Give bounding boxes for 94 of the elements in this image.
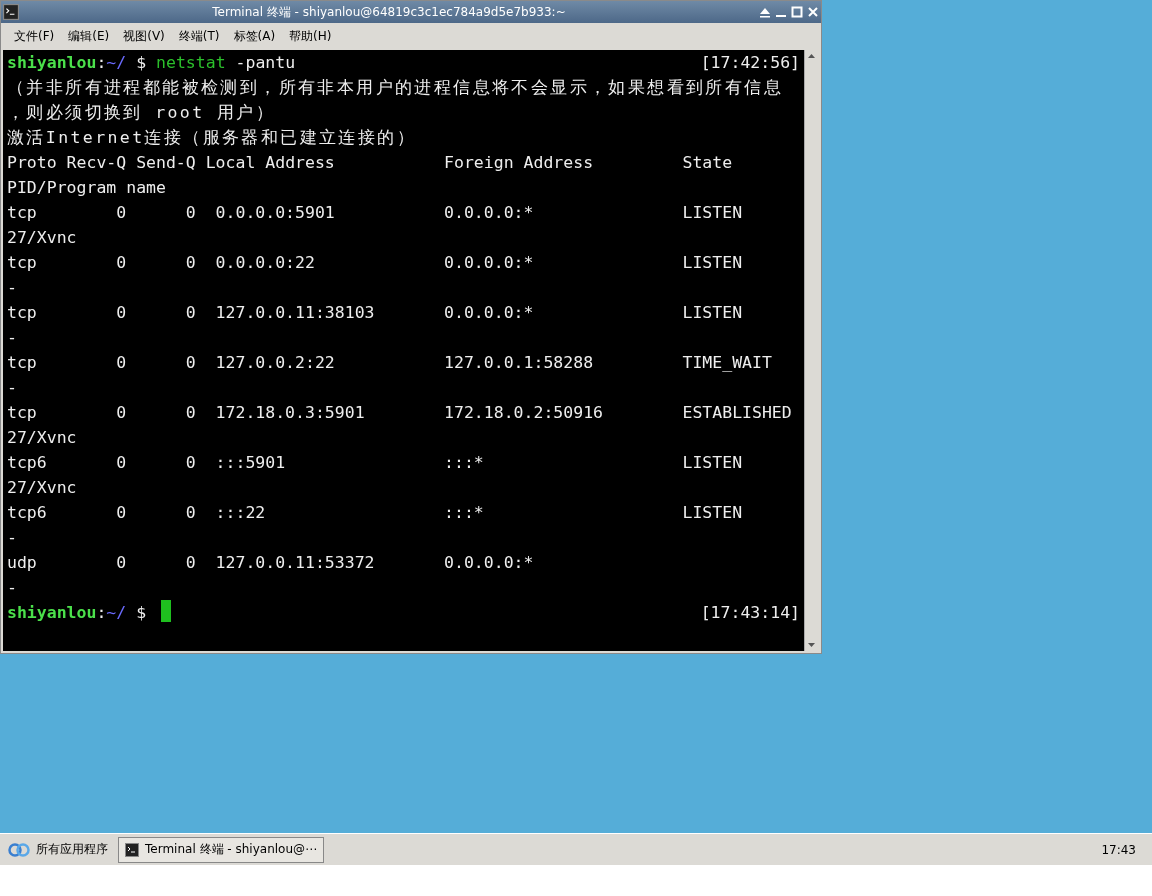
column-header: PID/Program name xyxy=(7,177,166,199)
taskbar-window-button[interactable]: Terminal 终端 - shiyanlou@⋯ xyxy=(118,836,325,863)
pid-program-cell-text: 27/Xvnc xyxy=(7,427,77,449)
prompt-time: [17:42:56] xyxy=(700,52,800,74)
recv-q-cell-text: 0 xyxy=(116,352,128,374)
state-cell-text: TIME_WAIT xyxy=(682,352,773,374)
pid-program-cell-text: - xyxy=(7,527,17,549)
prompt-time: [17:43:14] xyxy=(700,602,800,624)
prompt-sign: $ xyxy=(136,602,147,624)
local-address-cell-text: 127.0.0.11:53372 xyxy=(214,552,376,574)
output-line: （并非所有进程都能被检测到，所有非本用户的进程信息将不会显示，如果想看到所有信息 xyxy=(7,77,783,99)
prompt-user: shiyanlou xyxy=(7,602,97,624)
menu-item[interactable]: 文件(F) xyxy=(7,27,62,45)
cursor xyxy=(161,600,171,622)
local-address-cell-text: :::5901 xyxy=(214,452,287,474)
local-address-cell-text: 0.0.0.0:5901 xyxy=(214,202,336,224)
send-q-cell-text: 0 xyxy=(185,352,197,374)
send-q-cell-text: 0 xyxy=(185,202,197,224)
foreign-address-cell-text: 0.0.0.0:* xyxy=(444,302,535,324)
proto-cell-text: tcp xyxy=(7,202,38,224)
recv-q-cell-text: 0 xyxy=(116,252,128,274)
local-address-cell-text: 0.0.0.0:22 xyxy=(214,252,316,274)
proto-cell-text: udp xyxy=(7,552,38,574)
recv-q-cell-text: 0 xyxy=(116,202,128,224)
menu-item[interactable]: 终端(T) xyxy=(171,27,227,45)
send-q-cell-text: 0 xyxy=(185,252,197,274)
state-cell-text: LISTEN xyxy=(682,452,744,474)
state-cell-text: LISTEN xyxy=(682,202,744,224)
foreign-address-cell-text: :::* xyxy=(444,502,485,524)
send-q-cell-text: 0 xyxy=(185,552,197,574)
recv-q-cell-text: 0 xyxy=(116,452,128,474)
pid-program-cell-text: - xyxy=(7,327,17,349)
proto-cell-text: tcp xyxy=(7,302,38,324)
foreign-address-cell-text: :::* xyxy=(444,452,485,474)
recv-q-cell-text: 0 xyxy=(116,402,128,424)
applications-menu-button[interactable]: 所有应用程序 xyxy=(4,841,112,858)
local-address-cell-text: 172.18.0.3:5901 xyxy=(214,402,366,424)
command-args: -pantu xyxy=(235,52,296,74)
command: netstat xyxy=(156,52,226,74)
menu-item[interactable]: 视图(V) xyxy=(116,27,172,45)
state-cell-text: LISTEN xyxy=(682,502,744,524)
column-header: Recv-Q xyxy=(66,152,128,174)
send-q-cell-text: 0 xyxy=(185,402,197,424)
clock: 17:43 xyxy=(1101,842,1136,857)
prompt-path: ~/ xyxy=(106,602,127,624)
terminal-icon xyxy=(125,842,139,857)
window-title: Terminal 终端 - shiyanlou@64819c3c1ec784a9d5e7b933:~ xyxy=(211,3,567,21)
foreign-address-cell-text: 172.18.0.2:50916 xyxy=(444,402,604,424)
column-header: Send-Q xyxy=(136,152,197,174)
proto-cell-text: tcp xyxy=(7,402,38,424)
state-cell-text: LISTEN xyxy=(682,252,744,274)
pid-program-cell-text: - xyxy=(7,577,17,599)
column-header: State xyxy=(682,152,734,174)
send-q-cell-text: 0 xyxy=(185,502,197,524)
recv-q-cell-text: 0 xyxy=(116,502,128,524)
app-menu-icon xyxy=(8,841,30,858)
prompt-user: shiyanlou xyxy=(7,52,97,74)
pid-program-cell-text: 27/Xvnc xyxy=(7,227,77,249)
send-q-cell-text: 0 xyxy=(185,452,197,474)
local-address-cell-text: 127.0.0.2:22 xyxy=(214,352,336,374)
column-header: Foreign Address xyxy=(444,152,595,174)
terminal-icon xyxy=(3,4,19,20)
foreign-address-cell-text: 0.0.0.0:* xyxy=(444,202,535,224)
menu-item[interactable]: 编辑(E) xyxy=(61,27,117,45)
output-line: 激活Internet连接（服务器和已建立连接的） xyxy=(7,127,417,149)
proto-cell-text: tcp6 xyxy=(7,452,48,474)
recv-q-cell-text: 0 xyxy=(116,552,128,574)
state-cell-text: ESTABLISHED xyxy=(682,402,793,424)
column-header: Local Address xyxy=(205,152,336,174)
prompt-colon: : xyxy=(96,602,107,624)
proto-cell-text: tcp xyxy=(7,252,38,274)
prompt-colon: : xyxy=(96,52,107,74)
menu-item[interactable]: 标签(A) xyxy=(226,27,283,45)
recv-q-cell-text: 0 xyxy=(116,302,128,324)
prompt-sign: $ xyxy=(136,52,147,74)
local-address-cell-text: 127.0.0.11:38103 xyxy=(214,302,376,324)
send-q-cell-text: 0 xyxy=(185,302,197,324)
state-cell-text: LISTEN xyxy=(682,302,744,324)
shade-icon[interactable] xyxy=(759,6,771,18)
close-icon[interactable] xyxy=(807,6,819,18)
local-address-cell-text: :::22 xyxy=(214,502,267,524)
prompt-path: ~/ xyxy=(106,52,127,74)
foreign-address-cell-text: 127.0.0.1:58288 xyxy=(444,352,595,374)
proto-cell-text: tcp xyxy=(7,352,38,374)
output-line: ，则必须切换到 root 用户） xyxy=(7,102,275,124)
pid-program-cell-text: - xyxy=(7,377,17,399)
foreign-address-cell-text: 0.0.0.0:* xyxy=(444,252,535,274)
maximize-icon[interactable] xyxy=(791,6,803,18)
column-header: Proto xyxy=(7,152,58,174)
pid-program-cell-text: - xyxy=(7,277,17,299)
foreign-address-cell-text: 0.0.0.0:* xyxy=(444,552,535,574)
proto-cell-text: tcp6 xyxy=(7,502,48,524)
pid-program-cell-text: 27/Xvnc xyxy=(7,477,77,499)
menu-item[interactable]: 帮助(H) xyxy=(282,27,339,45)
